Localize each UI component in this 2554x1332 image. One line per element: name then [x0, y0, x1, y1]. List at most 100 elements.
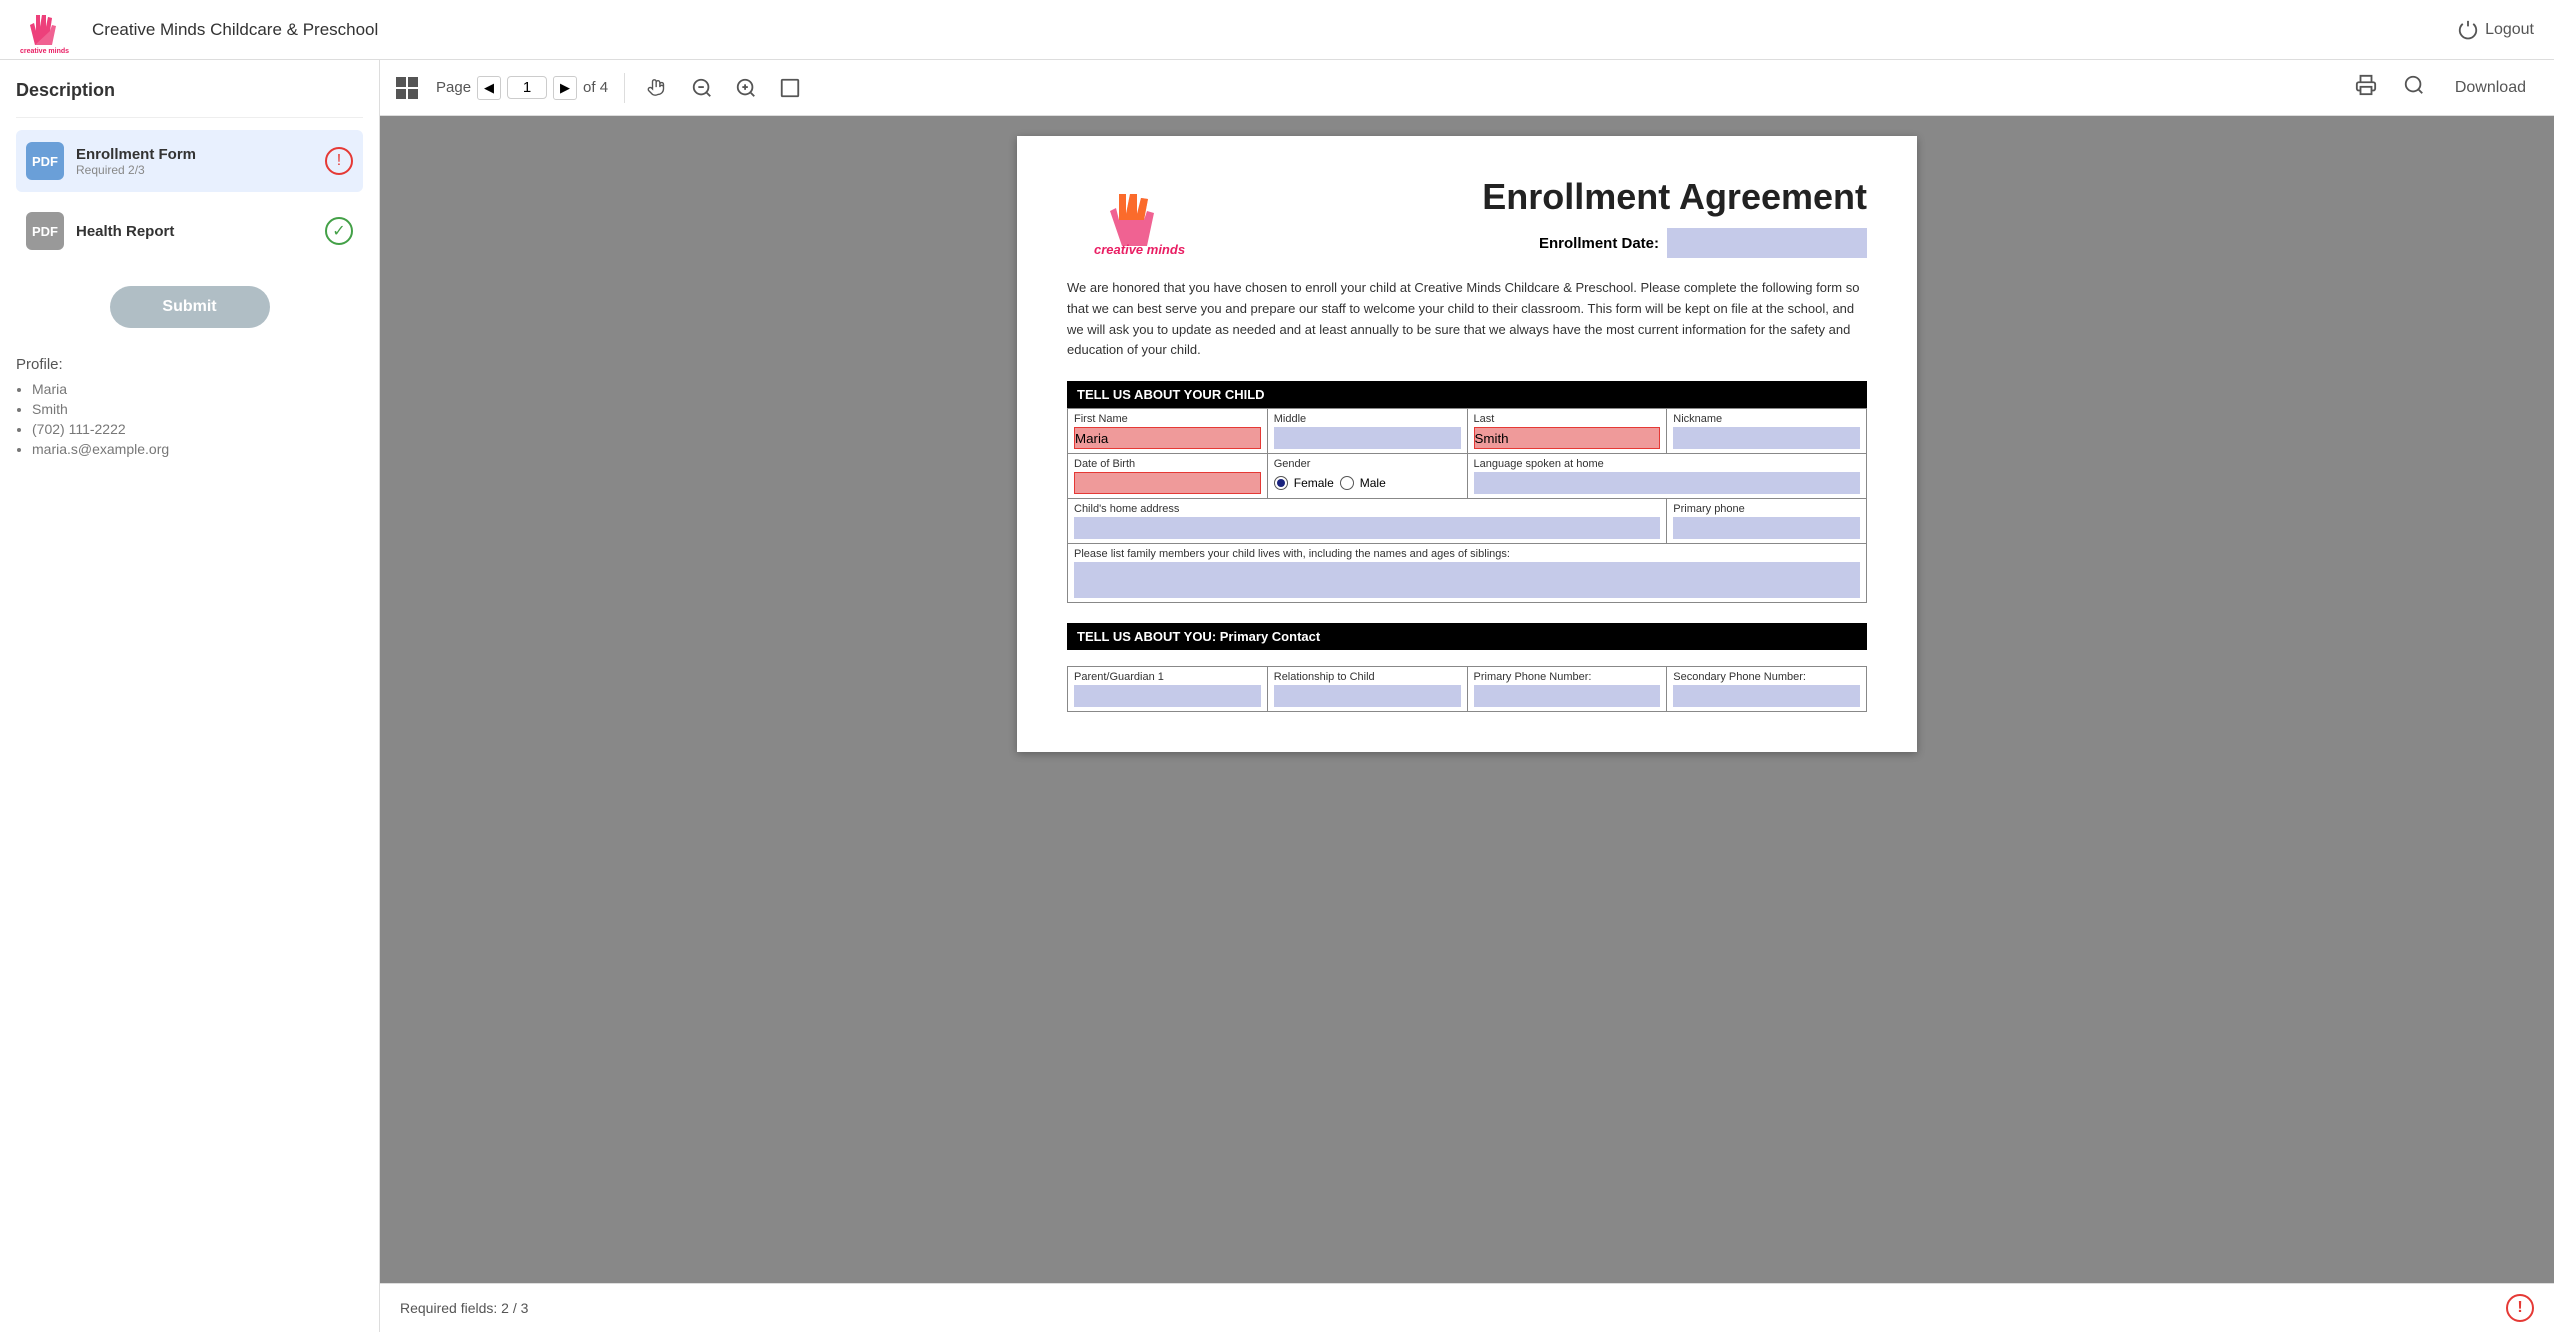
enrollment-date-label: Enrollment Date: — [1539, 235, 1659, 252]
fit-page-icon — [779, 77, 801, 99]
app-title: Creative Minds Childcare & Preschool — [92, 20, 378, 40]
svg-text:creative minds: creative minds — [1094, 242, 1185, 256]
gender-label: Gender — [1274, 458, 1461, 470]
enrollment-date-field[interactable] — [1667, 228, 1867, 258]
pdf-logo: creative minds Childcare & Preschool — [1067, 176, 1247, 256]
health-icon: PDF — [26, 212, 64, 250]
search-icon — [2403, 74, 2425, 96]
power-icon — [2457, 19, 2479, 41]
secondary-phone-cell: Secondary Phone Number: — [1667, 667, 1867, 712]
primary-phone-cell: Primary phone — [1667, 499, 1867, 544]
first-name-input[interactable] — [1074, 427, 1261, 449]
sidebar: Description PDF Enrollment Form Required… — [0, 60, 380, 1332]
dob-label: Date of Birth — [1074, 458, 1261, 470]
sec2-primary-phone-cell: Primary Phone Number: — [1467, 667, 1667, 712]
profile-first-name: Maria — [32, 381, 363, 397]
enrollment-status-icon: ! — [325, 147, 353, 175]
last-label: Last — [1474, 413, 1661, 425]
pdf-scroll[interactable]: creative minds Childcare & Preschool Enr… — [380, 116, 2554, 1283]
search-button[interactable] — [2395, 70, 2433, 106]
section2-header: TELL US ABOUT YOU: Primary Contact — [1067, 623, 1867, 650]
profile-email: maria.s@example.org — [32, 441, 363, 457]
first-name-label: First Name — [1074, 413, 1261, 425]
gender-female-radio[interactable] — [1274, 476, 1288, 490]
health-name: Health Report — [76, 223, 313, 240]
profile-phone: (702) 111-2222 — [32, 421, 363, 437]
enrollment-info: Enrollment Form Required 2/3 — [76, 146, 313, 177]
family-cell: Please list family members your child li… — [1068, 544, 1867, 603]
logout-button[interactable]: Logout — [2457, 19, 2534, 41]
zoom-in-icon — [735, 77, 757, 99]
zoom-out-icon — [691, 77, 713, 99]
dob-input[interactable] — [1074, 472, 1261, 494]
logout-label: Logout — [2485, 21, 2534, 39]
pdf-toolbar: Page ◀ ▶ of 4 — [380, 60, 2554, 116]
address-label: Child's home address — [1074, 503, 1660, 515]
family-label: Please list family members your child li… — [1074, 548, 1860, 560]
gender-male-label: Male — [1360, 476, 1386, 490]
address-cell: Child's home address — [1068, 499, 1667, 544]
top-header: creative minds Creative Minds Childcare … — [0, 0, 2554, 60]
relationship-label: Relationship to Child — [1274, 671, 1461, 683]
family-input[interactable] — [1074, 562, 1860, 598]
pdf-doc-header: creative minds Childcare & Preschool Enr… — [1067, 176, 1867, 258]
pan-tool-button[interactable] — [641, 73, 675, 103]
sidebar-title: Description — [16, 80, 363, 101]
last-name-input[interactable] — [1474, 427, 1661, 449]
dob-cell: Date of Birth — [1068, 454, 1268, 499]
submit-button[interactable]: Submit — [110, 286, 270, 328]
middle-cell: Middle — [1267, 409, 1467, 454]
enrollment-icon: PDF — [26, 142, 64, 180]
gender-cell: Gender Female Male — [1267, 454, 1467, 499]
sidebar-item-enrollment[interactable]: PDF Enrollment Form Required 2/3 ! — [16, 130, 363, 192]
enrollment-sub: Required 2/3 — [76, 163, 313, 177]
language-cell: Language spoken at home — [1467, 454, 1867, 499]
hand-icon — [647, 77, 669, 99]
middle-input[interactable] — [1274, 427, 1461, 449]
sec2-primary-phone-label: Primary Phone Number: — [1474, 671, 1661, 683]
health-status-icon: ✓ — [325, 217, 353, 245]
profile-label: Profile: — [16, 356, 363, 373]
nickname-input[interactable] — [1673, 427, 1860, 449]
relationship-cell: Relationship to Child — [1267, 667, 1467, 712]
print-icon — [2355, 74, 2377, 96]
language-input[interactable] — [1474, 472, 1861, 494]
fit-page-button[interactable] — [773, 73, 807, 103]
prev-page-button[interactable]: ◀ — [477, 76, 501, 100]
pdf-logo-svg: creative minds Childcare & Preschool — [1092, 176, 1222, 256]
main-layout: Description PDF Enrollment Form Required… — [0, 60, 2554, 1332]
language-label: Language spoken at home — [1474, 458, 1861, 470]
sec2-primary-phone-input[interactable] — [1474, 685, 1661, 707]
enrollment-date-row: Enrollment Date: — [1539, 228, 1867, 258]
enrollment-agreement-title: Enrollment Agreement — [1482, 176, 1867, 218]
page-number-input[interactable] — [507, 76, 547, 99]
child-info-table: First Name Middle Last Nickname — [1067, 408, 1867, 603]
grid-view-icon[interactable] — [396, 77, 418, 99]
page-label: Page — [436, 79, 471, 96]
gender-female-label: Female — [1294, 476, 1334, 490]
address-input[interactable] — [1074, 517, 1660, 539]
sidebar-item-health[interactable]: PDF Health Report ✓ — [16, 200, 363, 262]
zoom-in-button[interactable] — [729, 73, 763, 103]
section1-header: TELL US ABOUT YOUR CHILD — [1067, 381, 1867, 408]
relationship-input[interactable] — [1274, 685, 1461, 707]
guardian-input[interactable] — [1074, 685, 1261, 707]
zoom-out-button[interactable] — [685, 73, 719, 103]
primary-contact-table: Parent/Guardian 1 Relationship to Child … — [1067, 666, 1867, 712]
app-logo: creative minds — [20, 5, 80, 55]
header-left: creative minds Creative Minds Childcare … — [20, 5, 378, 55]
primary-phone-input[interactable] — [1673, 517, 1860, 539]
print-button[interactable] — [2347, 70, 2385, 106]
nickname-label: Nickname — [1673, 413, 1860, 425]
pdf-title-section: Enrollment Agreement Enrollment Date: — [1247, 176, 1867, 258]
bottom-bar: Required fields: 2 / 3 ! — [380, 1283, 2554, 1332]
intro-paragraph: We are honored that you have chosen to e… — [1067, 278, 1867, 361]
next-page-button[interactable]: ▶ — [553, 76, 577, 100]
profile-section: Profile: Maria Smith (702) 111-2222 mari… — [16, 352, 363, 465]
secondary-phone-input[interactable] — [1673, 685, 1860, 707]
sidebar-divider — [16, 117, 363, 118]
download-button[interactable]: Download — [2443, 75, 2538, 101]
gender-male-radio[interactable] — [1340, 476, 1354, 490]
gender-options: Female Male — [1274, 472, 1461, 494]
profile-last-name: Smith — [32, 401, 363, 417]
